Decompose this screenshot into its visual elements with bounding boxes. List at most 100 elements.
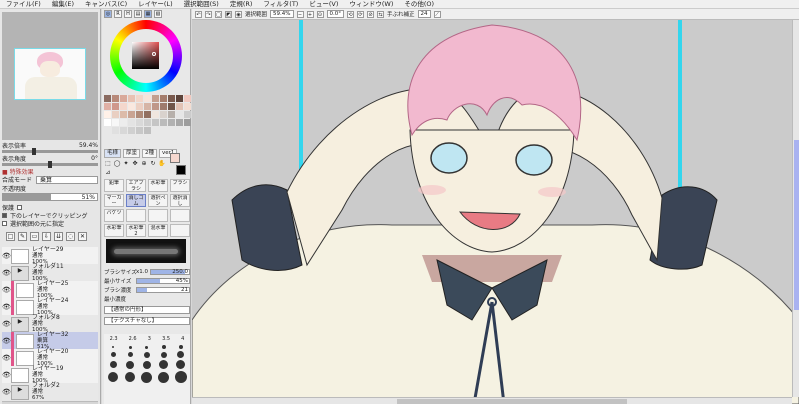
menu-edit[interactable]: 編集(E) [52, 0, 74, 9]
size-preset-dot[interactable] [110, 352, 116, 357]
size-preset-dot[interactable] [127, 352, 133, 357]
delete-layer-icon[interactable]: ✕ [78, 231, 87, 241]
color-swatch[interactable] [136, 127, 143, 134]
brush-tool-slot[interactable]: エアブラシ [126, 179, 146, 192]
visibility-eye-icon[interactable]: 👁 [2, 320, 11, 328]
zoom-icon[interactable]: ⊕ [140, 160, 148, 167]
hand-icon[interactable]: ✋ [158, 160, 166, 167]
scratch-tab-icon[interactable]: ▧ [154, 10, 162, 18]
color-swatch[interactable] [152, 119, 159, 126]
select-rect-icon[interactable]: ⬚ [104, 160, 112, 167]
visibility-eye-icon[interactable]: 👁 [2, 371, 11, 379]
rotate-slider-handle[interactable] [48, 161, 52, 168]
brush-tool-slot[interactable]: バケツ [104, 209, 124, 222]
density-slider[interactable]: 21 [136, 287, 190, 293]
brush-tool-slot[interactable] [126, 209, 146, 222]
menu-window[interactable]: ウィンドウ(W) [349, 0, 393, 9]
saturation-value-square[interactable] [132, 42, 159, 69]
vertical-scroll-thumb[interactable] [794, 140, 799, 310]
rotate-slider[interactable] [2, 161, 98, 168]
color-swatch[interactable] [144, 119, 151, 126]
visibility-eye-icon[interactable]: 👁 [2, 303, 11, 311]
horizontal-scrollbar[interactable] [192, 397, 792, 404]
brush-tool-slot[interactable]: 選択ペン [148, 194, 168, 207]
redo-icon[interactable]: ↷ [205, 10, 212, 18]
tool-tab-3[interactable]: 2種 [142, 149, 158, 158]
swatch-tab-icon[interactable]: ▦ [144, 10, 152, 18]
menu-other[interactable]: その他(O) [404, 0, 434, 9]
color-swatch[interactable] [112, 119, 119, 126]
size-preset-dot[interactable] [142, 360, 151, 369]
color-swatch[interactable] [184, 103, 191, 110]
show-selection-icon[interactable]: ◉ [235, 10, 242, 18]
menu-selection[interactable]: 選択範囲(S) [184, 0, 219, 9]
color-swatch[interactable] [128, 111, 135, 118]
canvas-viewport[interactable] [192, 20, 799, 404]
tool-tab-2[interactable]: 厚塗 [123, 149, 141, 158]
menu-view[interactable]: ビュー(V) [309, 0, 338, 9]
color-swatch[interactable] [176, 95, 183, 102]
visibility-eye-icon[interactable]: 👁 [2, 337, 11, 345]
color-swatch[interactable] [128, 95, 135, 102]
color-swatch[interactable] [144, 111, 151, 118]
size-preset-dot[interactable] [176, 360, 186, 369]
new-layer-icon[interactable]: □ [6, 231, 15, 241]
size-preset-dot[interactable] [161, 345, 166, 349]
layer-folder-row[interactable]: 👁 ▶ フォルダ2 通常 67% [2, 383, 98, 402]
color-swatch[interactable] [136, 119, 143, 126]
brush-tool-slot[interactable]: 水彩筆 [104, 224, 124, 237]
menu-file[interactable]: ファイル(F) [6, 0, 41, 9]
rotate-right-icon[interactable]: ⟳ [357, 10, 364, 18]
color-swatch[interactable] [120, 95, 127, 102]
brush-size-mult[interactable]: x1.0 [136, 269, 148, 275]
new-folder-icon[interactable]: ▭ [30, 231, 39, 241]
color-swatch[interactable] [112, 127, 119, 134]
size-preset-dot[interactable] [126, 360, 135, 369]
brush-tool-slot[interactable]: 水彩筆 [148, 179, 168, 192]
color-swatch[interactable] [112, 111, 119, 118]
color-swatch[interactable] [160, 103, 167, 110]
menu-ruler[interactable]: 定規(R) [230, 0, 253, 9]
color-swatch[interactable] [144, 127, 151, 134]
invert-selection-icon[interactable]: ◩ [225, 10, 232, 18]
deselect-icon[interactable]: ▢ [215, 10, 222, 18]
sv-cursor[interactable] [152, 52, 156, 56]
color-swatch[interactable] [128, 127, 135, 134]
color-swatch[interactable] [160, 119, 167, 126]
reset-zoom-icon[interactable]: ⊙ [316, 10, 324, 18]
tool-tab-1[interactable]: 毛様 [104, 149, 122, 158]
transfer-down-icon[interactable]: ⇩ [42, 231, 51, 241]
brush-tool-slot[interactable] [148, 209, 168, 222]
color-swatch[interactable] [104, 127, 111, 134]
color-swatch[interactable] [120, 119, 127, 126]
brush-tool-slot[interactable]: 水彩筆2 [126, 224, 146, 237]
flip-icon[interactable]: ⇆ [377, 10, 384, 18]
color-swatch[interactable] [152, 103, 159, 110]
magic-wand-icon[interactable]: ✦ [122, 160, 130, 167]
merge-down-icon[interactable]: ⇊ [54, 231, 63, 241]
protect-lock-checkbox[interactable] [17, 205, 23, 210]
visibility-eye-icon[interactable]: 👁 [2, 354, 11, 362]
brush-tool-slot[interactable] [170, 224, 190, 237]
color-swatch[interactable] [128, 119, 135, 126]
new-linework-icon[interactable]: ✎ [18, 231, 27, 241]
color-wheel-tab-icon[interactable]: ◎ [104, 10, 112, 18]
color-swatch[interactable] [112, 95, 119, 102]
blend-mode-select[interactable]: 乗算 [36, 175, 98, 184]
size-preset-dot[interactable] [174, 371, 187, 383]
stroke-style-icon[interactable]: ⟋ [433, 10, 441, 18]
color-swatch[interactable] [160, 95, 167, 102]
rgb-slider-tab-icon[interactable]: R [114, 10, 122, 18]
color-swatch[interactable] [168, 111, 175, 118]
vertical-scrollbar[interactable] [792, 20, 799, 397]
size-preset-dot[interactable] [128, 345, 132, 349]
hsv-slider-tab-icon[interactable]: H [124, 10, 132, 18]
size-preset-dot[interactable] [143, 351, 150, 358]
brush-tool-slot[interactable]: 鉛筆 [104, 179, 124, 192]
menu-filter[interactable]: フィルタ(T) [263, 0, 298, 9]
color-swatch[interactable] [104, 111, 111, 118]
brush-tool-slot[interactable]: 混水筆 [148, 224, 168, 237]
color-swatch[interactable] [168, 95, 175, 102]
brush-tool-slot[interactable]: 消しゴム [126, 194, 146, 207]
visibility-eye-icon[interactable]: 👁 [2, 252, 11, 260]
